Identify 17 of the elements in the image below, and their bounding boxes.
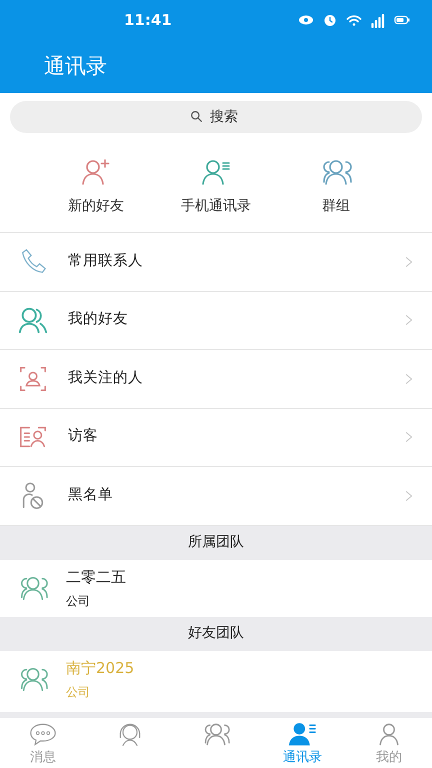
signal-icon xyxy=(370,12,386,28)
team-name: 南宁2025 xyxy=(66,658,134,679)
friends-icon xyxy=(16,305,50,336)
alarm-icon xyxy=(322,12,338,28)
contacts-icon xyxy=(287,720,318,748)
shortcut-button[interactable]: 手机通讯录 xyxy=(156,155,276,218)
section-header: 所属团队 xyxy=(0,526,432,560)
shortcut-button[interactable]: 群组 xyxy=(276,155,396,218)
status-time: 11:41 xyxy=(124,10,172,31)
team-type: 公司 xyxy=(66,684,91,702)
section-header: 好友团队 xyxy=(0,616,432,650)
team-type: 公司 xyxy=(66,593,91,610)
team-name: 二零二五 xyxy=(66,566,126,588)
page-title: 通讯录 xyxy=(43,52,108,80)
shortcut-button[interactable]: 新的好友 xyxy=(36,155,156,218)
search-field[interactable]: 搜索 xyxy=(10,101,422,133)
search-icon xyxy=(190,110,203,123)
